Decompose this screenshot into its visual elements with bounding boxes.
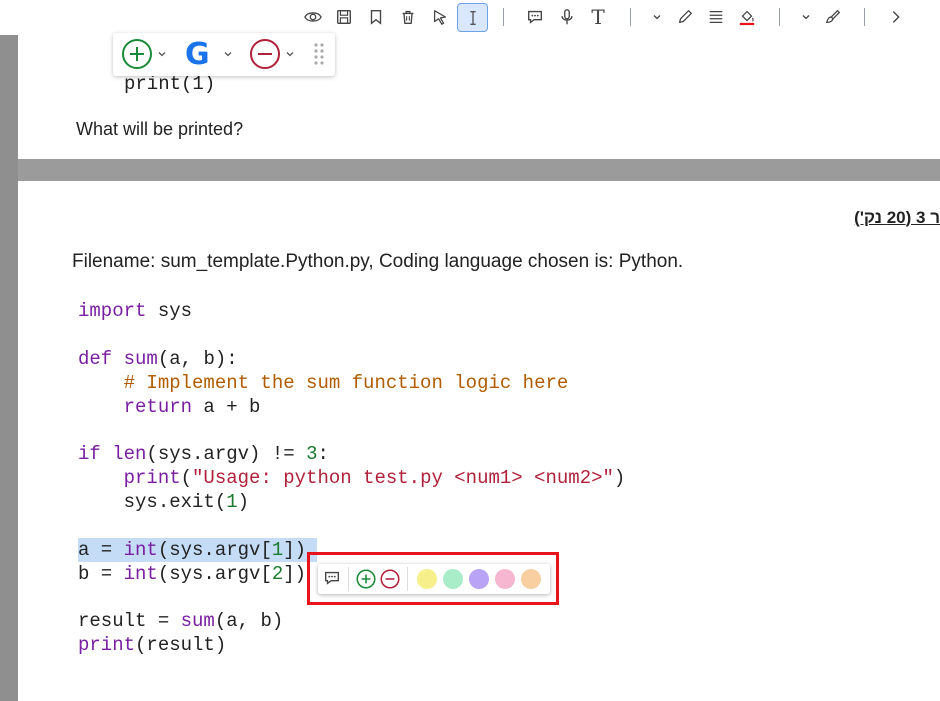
code-function: int [123, 539, 158, 561]
code-function: print [78, 467, 181, 489]
align-icon[interactable] [703, 4, 729, 30]
eye-icon[interactable] [300, 4, 326, 30]
chevron-right-icon[interactable] [883, 4, 909, 30]
top-toolbar: T [0, 0, 940, 35]
code-line: b = int(sys.argv[2]) [78, 562, 306, 586]
chevron-down-icon[interactable] [799, 4, 813, 30]
code-line: import sys [78, 299, 192, 323]
code-text: (sys.argv[ [157, 539, 272, 561]
text-tool-icon[interactable]: T [585, 4, 611, 30]
remove-annotation-icon[interactable] [249, 39, 281, 69]
code-number: 1 [271, 539, 284, 561]
microphone-icon[interactable] [554, 4, 580, 30]
code-function: len [100, 443, 147, 465]
code-keyword: if [78, 443, 101, 465]
drag-handle-icon[interactable] [313, 39, 325, 69]
code-line: print(result) [78, 633, 226, 657]
toolbar-divider [630, 8, 631, 26]
code-text: ]) [283, 563, 307, 585]
trash-icon[interactable] [395, 4, 421, 30]
code-keyword: import [78, 300, 147, 322]
code-line: def sum(a, b): [78, 347, 238, 371]
code-line: print("Usage: python test.py <num1> <num… [78, 466, 626, 490]
code-text: (sys.argv) != [146, 443, 307, 465]
code-line[interactable]: a = int(sys.argv[1]) [78, 538, 306, 562]
code-text: : [317, 443, 329, 465]
code-comment: # Implement the sum function logic here [78, 372, 569, 394]
text-cursor-icon[interactable] [457, 3, 488, 32]
question-text: What will be printed? [76, 119, 244, 139]
question-heading: ר 3 (20 נק') [854, 208, 940, 227]
annotation-highlight-box [307, 552, 559, 605]
code-text: (a, b): [157, 348, 238, 370]
code-keyword: return [78, 396, 193, 418]
annotation-palette: G [113, 33, 335, 76]
add-annotation-icon[interactable] [121, 39, 153, 69]
code-function: print [78, 634, 136, 656]
code-function: sum [180, 610, 215, 632]
code-text: (sys.argv[ [157, 563, 272, 585]
code-function: sum [123, 348, 158, 370]
code-text: a + b [192, 396, 261, 418]
viewer-gutter [0, 35, 18, 701]
code-line: print(1) [124, 73, 216, 95]
code-text: ) [613, 467, 626, 489]
code-text: (a, b) [214, 610, 284, 632]
code-line: result = sum(a, b) [78, 609, 283, 633]
filename-line: Filename: sum_template.Python.py, Coding… [72, 251, 684, 272]
code-number: 3 [306, 443, 318, 465]
code-line: if len(sys.argv) != 3: [78, 442, 329, 466]
code-number: 2 [271, 563, 284, 585]
toolbar-divider [503, 8, 504, 26]
bookmark-icon[interactable] [363, 4, 389, 30]
comment-icon[interactable] [522, 4, 548, 30]
code-text: b = [78, 563, 124, 585]
code-line: return a + b [78, 395, 261, 419]
save-icon[interactable] [331, 4, 357, 30]
chevron-down-icon[interactable] [650, 4, 664, 30]
code-line: sys.exit(1) [78, 490, 249, 514]
code-text: a = [78, 539, 124, 561]
select-arrow-icon[interactable] [427, 4, 453, 30]
code-text: (result) [135, 634, 227, 656]
code-text: sys.exit( [78, 491, 227, 513]
code-function: int [123, 563, 158, 585]
code-number: 1 [226, 491, 238, 513]
code-text: ( [180, 467, 193, 489]
chevron-down-icon[interactable] [223, 39, 233, 69]
code-keyword: def [78, 348, 113, 370]
code-text: result = [78, 610, 181, 632]
pen-icon[interactable] [672, 4, 698, 30]
code-string: "Usage: python test.py <num1> <num2>" [192, 467, 614, 489]
toolbar-divider [864, 8, 865, 26]
google-icon[interactable]: G [185, 37, 210, 72]
chevron-down-icon[interactable] [285, 39, 295, 69]
chevron-down-icon[interactable] [157, 39, 167, 69]
brush-icon[interactable] [820, 4, 846, 30]
page-separator [18, 159, 940, 181]
code-text: ) [237, 491, 250, 513]
toolbar-divider [779, 8, 780, 26]
code-text: sys [146, 300, 193, 322]
code-text: ]) [283, 539, 307, 561]
fill-icon[interactable] [734, 4, 760, 30]
